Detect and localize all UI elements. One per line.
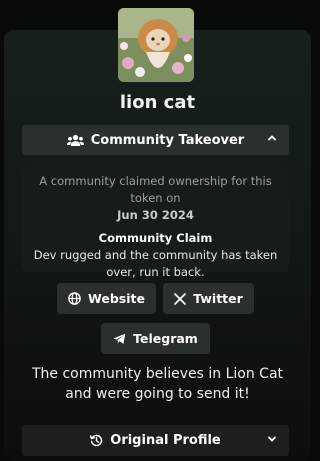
website-label: Website bbox=[88, 291, 145, 306]
claim-text: A community claimed ownership for this t… bbox=[39, 174, 272, 205]
chevron-down-icon[interactable] bbox=[267, 434, 277, 444]
lion-cat-image bbox=[118, 8, 194, 82]
claim-statement: A community claimed ownership for this t… bbox=[22, 173, 289, 224]
history-icon bbox=[90, 434, 103, 447]
original-profile-toggle[interactable]: Original Profile bbox=[22, 425, 289, 456]
claim-date: Jun 30 2024 bbox=[117, 208, 194, 222]
token-name: lion cat bbox=[119, 92, 196, 113]
website-button[interactable]: Website bbox=[57, 283, 156, 314]
community-takeover-label: Community Takeover bbox=[90, 132, 245, 148]
users-icon bbox=[66, 134, 84, 147]
globe-icon bbox=[68, 292, 81, 305]
community-takeover-toggle[interactable]: Community Takeover bbox=[22, 125, 289, 155]
twitter-button[interactable]: Twitter bbox=[163, 283, 254, 314]
claim-heading: Community Claim bbox=[98, 231, 213, 245]
telegram-label: Telegram bbox=[133, 331, 198, 346]
twitter-label: Twitter bbox=[193, 291, 243, 306]
chevron-up-icon[interactable] bbox=[267, 133, 277, 143]
claim-body: Dev rugged and the community has taken o… bbox=[33, 248, 278, 279]
x-icon bbox=[174, 292, 187, 305]
community-claim-panel: A community claimed ownership for this t… bbox=[22, 164, 289, 279]
telegram-icon bbox=[113, 333, 126, 345]
original-profile-label: Original Profile bbox=[110, 433, 221, 448]
telegram-button[interactable]: Telegram bbox=[101, 323, 210, 354]
token-avatar bbox=[118, 8, 194, 82]
token-description: The community believes in Lion Cat and w… bbox=[31, 366, 284, 402]
